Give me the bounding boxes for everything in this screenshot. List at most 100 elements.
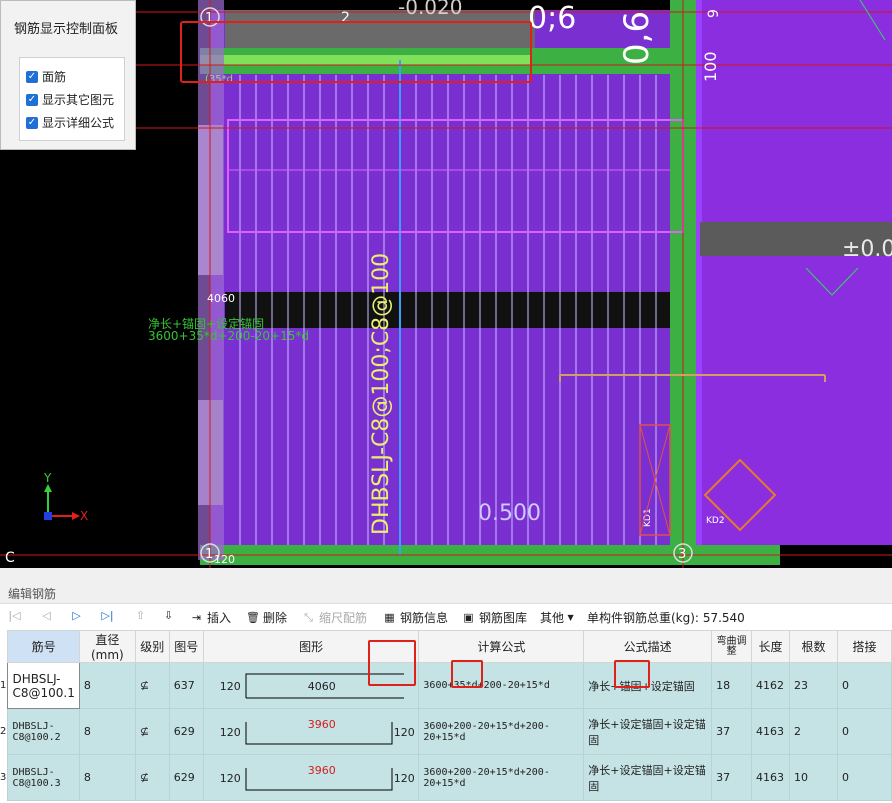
checkbox-label: 面筋 bbox=[42, 70, 67, 84]
length-cell[interactable]: 4162 bbox=[751, 662, 791, 709]
rebar-table: 筋号 直径(mm) 级别 图号 图形 计算公式 公式描述 弯曲调整 长度 根数 … bbox=[0, 630, 892, 801]
slab-region bbox=[210, 10, 670, 550]
check-icon: ✓ bbox=[26, 116, 38, 129]
grade-cell[interactable]: ⊈ bbox=[134, 754, 170, 801]
length-cell[interactable]: 4163 bbox=[751, 754, 791, 801]
column-header[interactable]: 级别 bbox=[134, 630, 170, 663]
scale-rebar-button[interactable]: ⤡ 缩尺配筋 bbox=[302, 609, 367, 626]
row-number: 3 bbox=[0, 754, 8, 801]
figure-number-cell[interactable]: 637 bbox=[168, 662, 204, 709]
figure-number-cell[interactable]: 629 bbox=[168, 754, 204, 801]
delete-button[interactable]: 🗑 删除 bbox=[246, 609, 287, 626]
previous-record-button[interactable]: ◁ bbox=[40, 609, 57, 622]
insert-label: 插入 bbox=[207, 611, 232, 625]
shape-line bbox=[245, 721, 393, 744]
editor-title: 编辑钢筋 bbox=[8, 587, 57, 601]
move-up-button[interactable]: ⇧ bbox=[134, 609, 151, 622]
row-number-header bbox=[0, 630, 8, 663]
figure-number-cell[interactable]: 629 bbox=[168, 708, 204, 755]
previous-icon: ◁ bbox=[42, 609, 51, 622]
ucs-y-label: Y bbox=[43, 471, 52, 485]
annotation-0-6-vertical: 0,6 bbox=[617, 11, 657, 65]
shape-line bbox=[245, 767, 393, 790]
panel-options-box: ✓ 面筋 ✓ 显示其它图元 ✓ 显示详细公式 bbox=[19, 57, 125, 141]
trash-icon: 🗑 bbox=[246, 611, 260, 624]
formula-description-cell[interactable]: 净长+设定锚固+设定锚固 bbox=[583, 754, 713, 801]
bend-adjust-cell[interactable]: 37 bbox=[711, 754, 753, 801]
count-cell[interactable]: 23 bbox=[789, 662, 838, 709]
table-row[interactable]: 2 DHBSLJ-C8@100.2 8 ⊈ 629 120 3960 120 3… bbox=[0, 708, 892, 755]
last-record-button[interactable]: ▷| bbox=[101, 609, 118, 622]
rebar-name-cell[interactable]: DHBSLJ-C8@100.3 bbox=[7, 754, 80, 801]
column-header[interactable]: 计算公式 bbox=[418, 630, 585, 663]
other-dropdown[interactable]: 其他 ▼ bbox=[540, 609, 581, 626]
lap-cell[interactable]: 0 bbox=[836, 708, 892, 755]
rebar-info-label: 钢筋信息 bbox=[400, 611, 449, 625]
checkbox-show-other-elements[interactable]: ✓ 显示其它图元 bbox=[26, 91, 114, 108]
annotation-0-6-horizontal: 0;6 bbox=[528, 1, 576, 36]
table-row[interactable]: 1 DHBSLJ-C8@100.1 8 ⊈ 637 120 4060 3600+… bbox=[0, 662, 892, 709]
rebar-info-button[interactable]: ▦ 钢筋信息 bbox=[383, 609, 448, 626]
column-header[interactable]: 直径(mm) bbox=[78, 630, 136, 663]
rebar-label-vertical: DHBSLJ-C8@100;C8@100 bbox=[369, 253, 394, 535]
rebar-display-control-panel: 钢筋显示控制面板 ✓ 面筋 ✓ 显示其它图元 ✓ 显示详细公式 bbox=[0, 0, 136, 150]
formula-cell[interactable]: 3600+35*d+200-20+15*d bbox=[418, 662, 585, 709]
formula-green: 3600+35*d+200-20+15*d bbox=[148, 329, 309, 343]
column-header[interactable]: 弯曲调整 bbox=[711, 630, 753, 663]
bend-adjust-cell[interactable]: 18 bbox=[711, 662, 753, 709]
grade-cell[interactable]: ⊈ bbox=[134, 708, 170, 755]
bend-adjust-cell[interactable]: 37 bbox=[711, 708, 753, 755]
dimension-9: 9 bbox=[706, 9, 722, 18]
highlight-box-shape bbox=[368, 640, 416, 686]
rebar-name-cell[interactable]: DHBSLJ-C8@100.2 bbox=[7, 708, 80, 755]
checkbox-face-rebar[interactable]: ✓ 面筋 bbox=[26, 68, 66, 85]
move-down-icon: ⇩ bbox=[163, 609, 174, 622]
formula-cell[interactable]: 3600+200-20+15*d+200-20+15*d bbox=[418, 708, 585, 755]
count-cell[interactable]: 2 bbox=[789, 708, 838, 755]
column-header[interactable]: 搭接 bbox=[836, 630, 892, 663]
elevation-mid: 0.500 bbox=[478, 501, 541, 526]
total-weight: 单构件钢筋总重(kg): 57.540 bbox=[587, 609, 745, 626]
grade-cell[interactable]: ⊈ bbox=[134, 662, 170, 709]
rebar-editor-panel: 编辑钢筋 |◁ ◁ ▷ ▷| ⇧ ⇩ ⇥ 插入 🗑 删除 ⤡ 缩尺配筋 ▦ 钢筋信息 ▣… bbox=[0, 568, 892, 803]
count-cell[interactable]: 10 bbox=[789, 754, 838, 801]
table-row[interactable]: 3 DHBSLJ-C8@100.3 8 ⊈ 629 120 3960 120 3… bbox=[0, 754, 892, 801]
check-icon: ✓ bbox=[26, 93, 38, 106]
move-down-button[interactable]: ⇩ bbox=[162, 609, 179, 622]
column-header[interactable]: 筋号 bbox=[7, 630, 80, 663]
first-record-button[interactable]: |◁ bbox=[8, 609, 25, 622]
checkbox-show-detailed-formula[interactable]: ✓ 显示详细公式 bbox=[26, 114, 114, 131]
column-header[interactable]: 图号 bbox=[168, 630, 204, 663]
insert-button[interactable]: ⇥ 插入 bbox=[190, 609, 231, 626]
diameter-cell[interactable]: 8 bbox=[78, 708, 136, 755]
rebar-name-cell[interactable]: DHBSLJ-C8@100.1 bbox=[7, 662, 80, 709]
other-label: 其他 bbox=[540, 611, 565, 625]
axis-bubble-2: 2 bbox=[341, 10, 350, 26]
shape-cell[interactable]: 120 3960 120 bbox=[202, 708, 420, 755]
elevation-right: ±0.00 bbox=[842, 237, 892, 262]
lap-cell[interactable]: 0 bbox=[836, 754, 892, 801]
shape-cell[interactable]: 120 3960 120 bbox=[202, 754, 420, 801]
column-header[interactable]: 根数 bbox=[789, 630, 838, 663]
row-number: 2 bbox=[0, 708, 8, 755]
highlight-box-formula-35d bbox=[451, 660, 483, 688]
bottom-120: 120 bbox=[214, 553, 235, 566]
next-icon: ▷ bbox=[72, 609, 81, 622]
next-record-button[interactable]: ▷ bbox=[70, 609, 87, 622]
diameter-cell[interactable]: 8 bbox=[78, 662, 136, 709]
formula-cell[interactable]: 3600+200-20+15*d+200-20+15*d bbox=[418, 754, 585, 801]
highlight-box-description bbox=[614, 660, 650, 688]
formula-description-cell[interactable]: 净长+设定锚固+设定锚固 bbox=[583, 708, 713, 755]
axis-bubble-3: 3 bbox=[678, 547, 686, 562]
elevation-top: -0.020 bbox=[398, 0, 462, 19]
scale-icon: ⤡ bbox=[304, 611, 313, 624]
move-up-icon: ⇧ bbox=[135, 609, 146, 622]
axis-bubble-c: C bbox=[5, 550, 15, 566]
axis-bubble-1: 1 bbox=[205, 11, 213, 26]
column-header[interactable]: 公式描述 bbox=[583, 630, 713, 663]
column-header[interactable]: 长度 bbox=[751, 630, 791, 663]
length-cell[interactable]: 4163 bbox=[751, 708, 791, 755]
diameter-cell[interactable]: 8 bbox=[78, 754, 136, 801]
rebar-library-button[interactable]: ▣ 钢筋图库 bbox=[462, 609, 527, 626]
lap-cell[interactable]: 0 bbox=[836, 662, 892, 709]
